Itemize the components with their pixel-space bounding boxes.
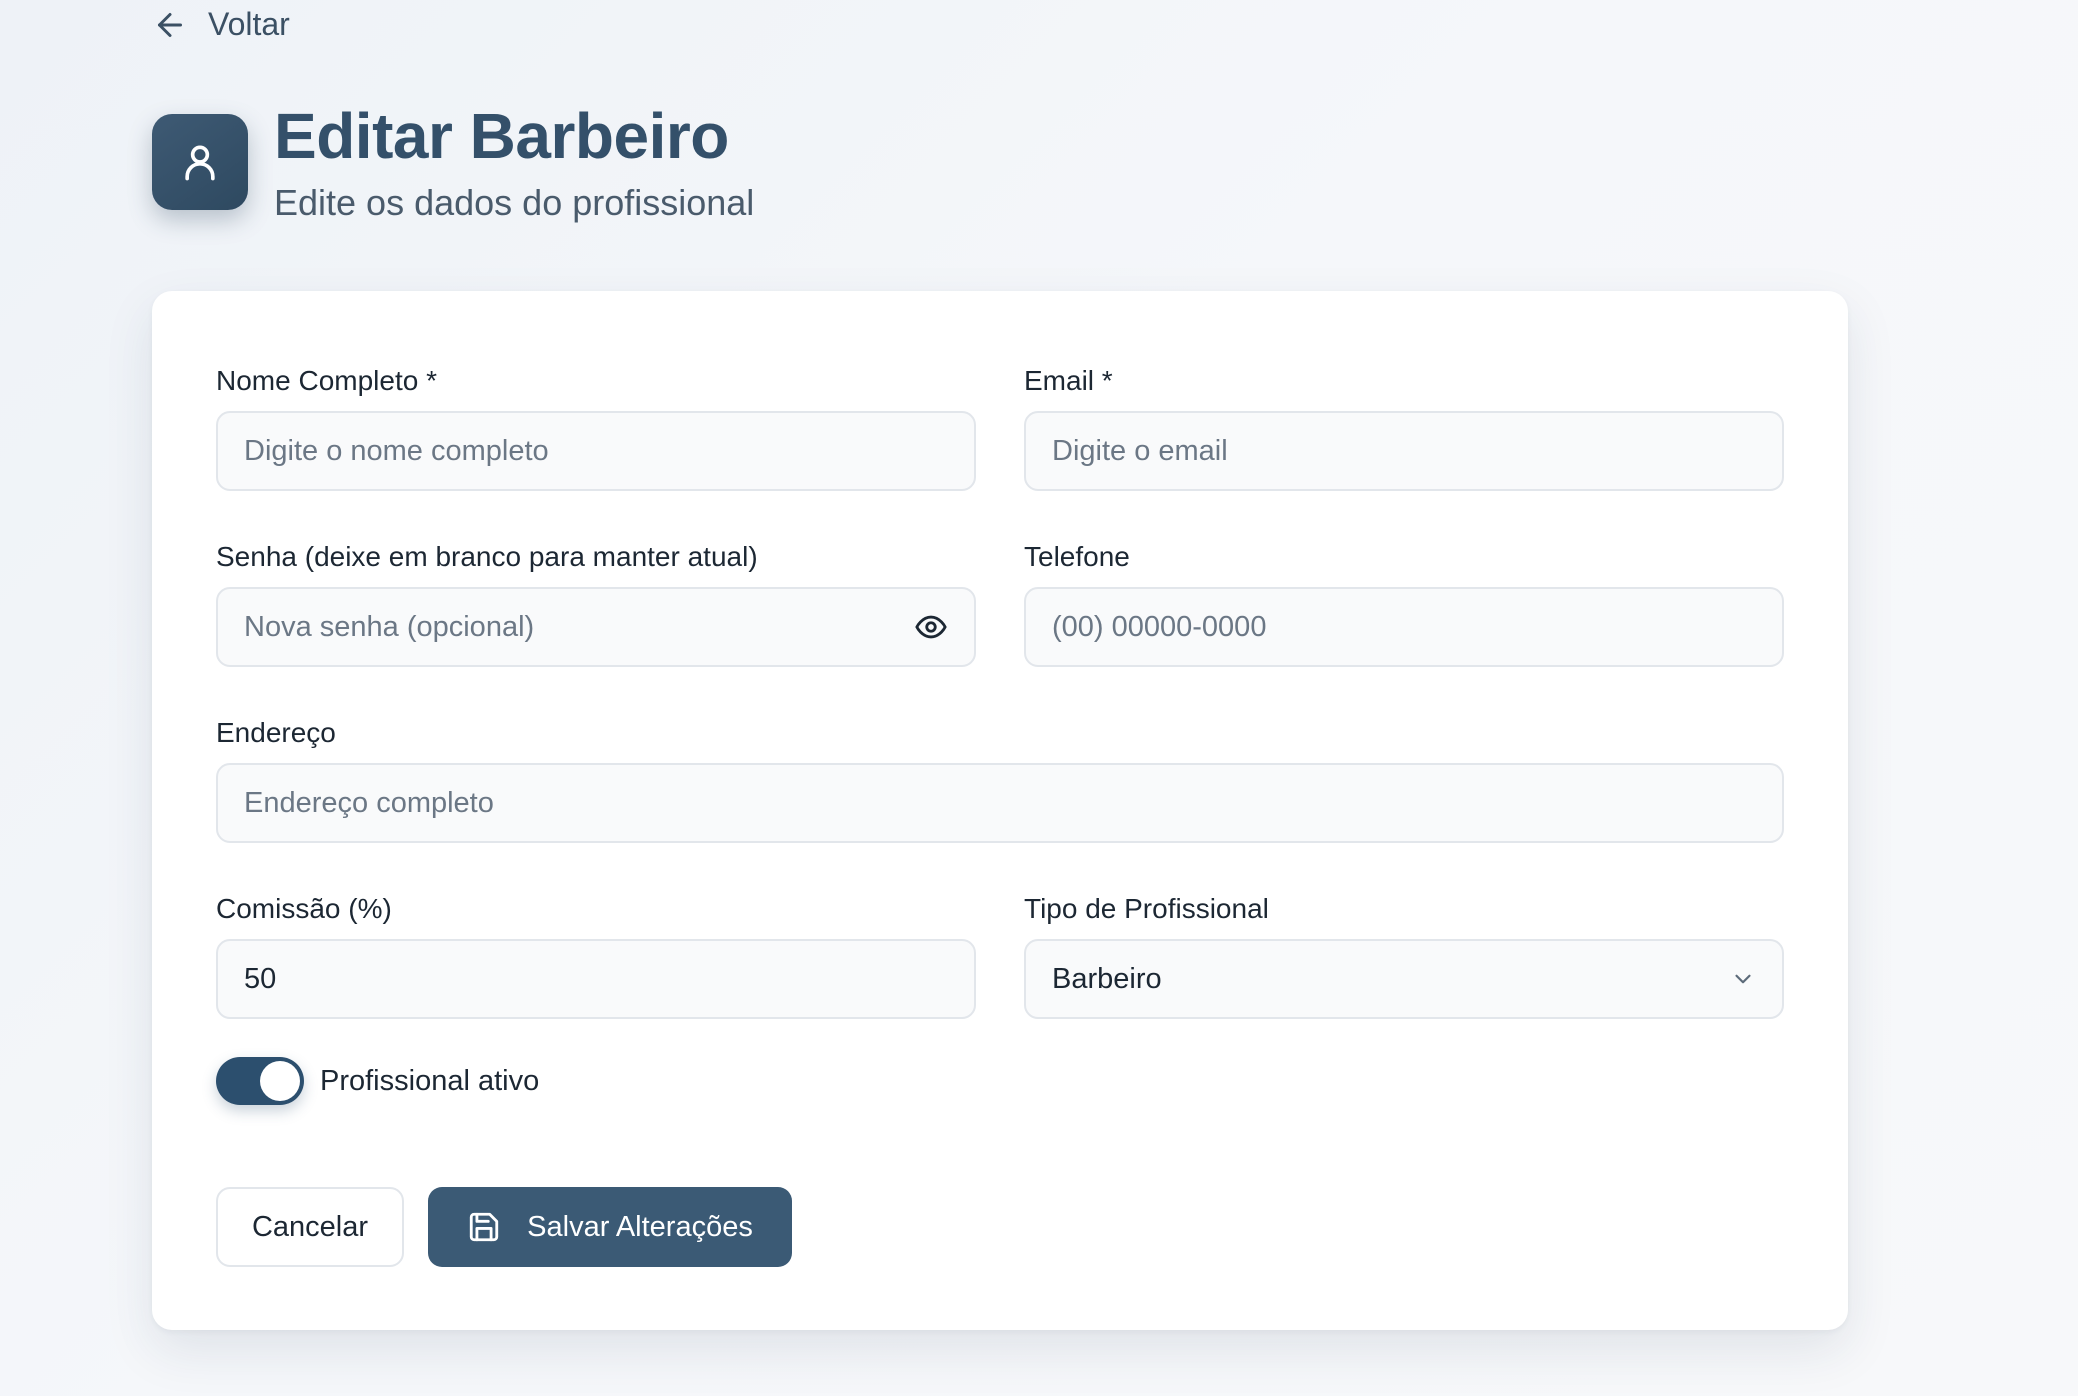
save-icon	[469, 1212, 499, 1242]
email-label: Email *	[1024, 365, 1113, 396]
email-input[interactable]	[1052, 434, 1756, 468]
toggle-knob	[260, 1061, 300, 1101]
password-input[interactable]	[244, 610, 914, 644]
active-toggle-label: Profissional ativo	[320, 1064, 540, 1097]
name-field: Nome Completo *	[216, 363, 976, 491]
page-header: Editar Barbeiro Edite os dados do profis…	[152, 104, 754, 224]
arrow-left-icon	[158, 12, 182, 37]
save-button[interactable]: Salvar Alterações	[428, 1187, 792, 1267]
professional-type-value: Barbeiro	[1052, 962, 1162, 995]
user-icon	[185, 145, 215, 181]
back-link[interactable]: Voltar	[152, 6, 290, 43]
avatar	[152, 114, 248, 210]
active-toggle-row: Profissional ativo	[216, 1057, 539, 1105]
commission-label: Comissão (%)	[216, 893, 392, 924]
form-card: Nome Completo * Email * Senha (deixe em …	[152, 291, 1848, 1330]
save-button-label: Salvar Alterações	[527, 1210, 753, 1243]
professional-type-select[interactable]: Barbeiro	[1024, 939, 1784, 1019]
back-label: Voltar	[208, 6, 290, 42]
email-field: Email *	[1024, 363, 1784, 491]
phone-label: Telefone	[1024, 541, 1130, 572]
address-input[interactable]	[244, 786, 1756, 820]
cancel-button-label: Cancelar	[251, 1210, 369, 1243]
phone-input-box	[1024, 587, 1784, 667]
chevron-down-icon	[1735, 974, 1751, 984]
address-label: Endereço	[216, 717, 336, 748]
email-input-box	[1024, 411, 1784, 491]
cancel-button[interactable]: Cancelar	[216, 1187, 404, 1267]
name-input-box	[216, 411, 976, 491]
commission-input[interactable]	[244, 962, 948, 996]
active-toggle[interactable]	[216, 1057, 304, 1105]
phone-field: Telefone	[1024, 539, 1784, 667]
name-label: Nome Completo *	[216, 365, 437, 396]
professional-type-field: Tipo de Profissional Barbeiro	[1024, 891, 1784, 1019]
title-group: Editar Barbeiro Edite os dados do profis…	[274, 104, 754, 224]
eye-icon[interactable]	[914, 610, 948, 644]
phone-input[interactable]	[1052, 610, 1756, 644]
address-field: Endereço	[216, 715, 1784, 843]
commission-input-box	[216, 939, 976, 1019]
page: Voltar Editar Barbeiro Edite os dados do…	[0, 0, 2078, 1396]
commission-field: Comissão (%)	[216, 891, 976, 1019]
password-label: Senha (deixe em branco para manter atual…	[216, 541, 758, 572]
password-field: Senha (deixe em branco para manter atual…	[216, 539, 976, 667]
password-input-box	[216, 587, 976, 667]
professional-type-label: Tipo de Profissional	[1024, 893, 1269, 924]
address-input-box	[216, 763, 1784, 843]
page-subtitle: Edite os dados do profissional	[274, 182, 755, 223]
name-input[interactable]	[244, 434, 948, 468]
page-title: Editar Barbeiro	[274, 100, 729, 172]
